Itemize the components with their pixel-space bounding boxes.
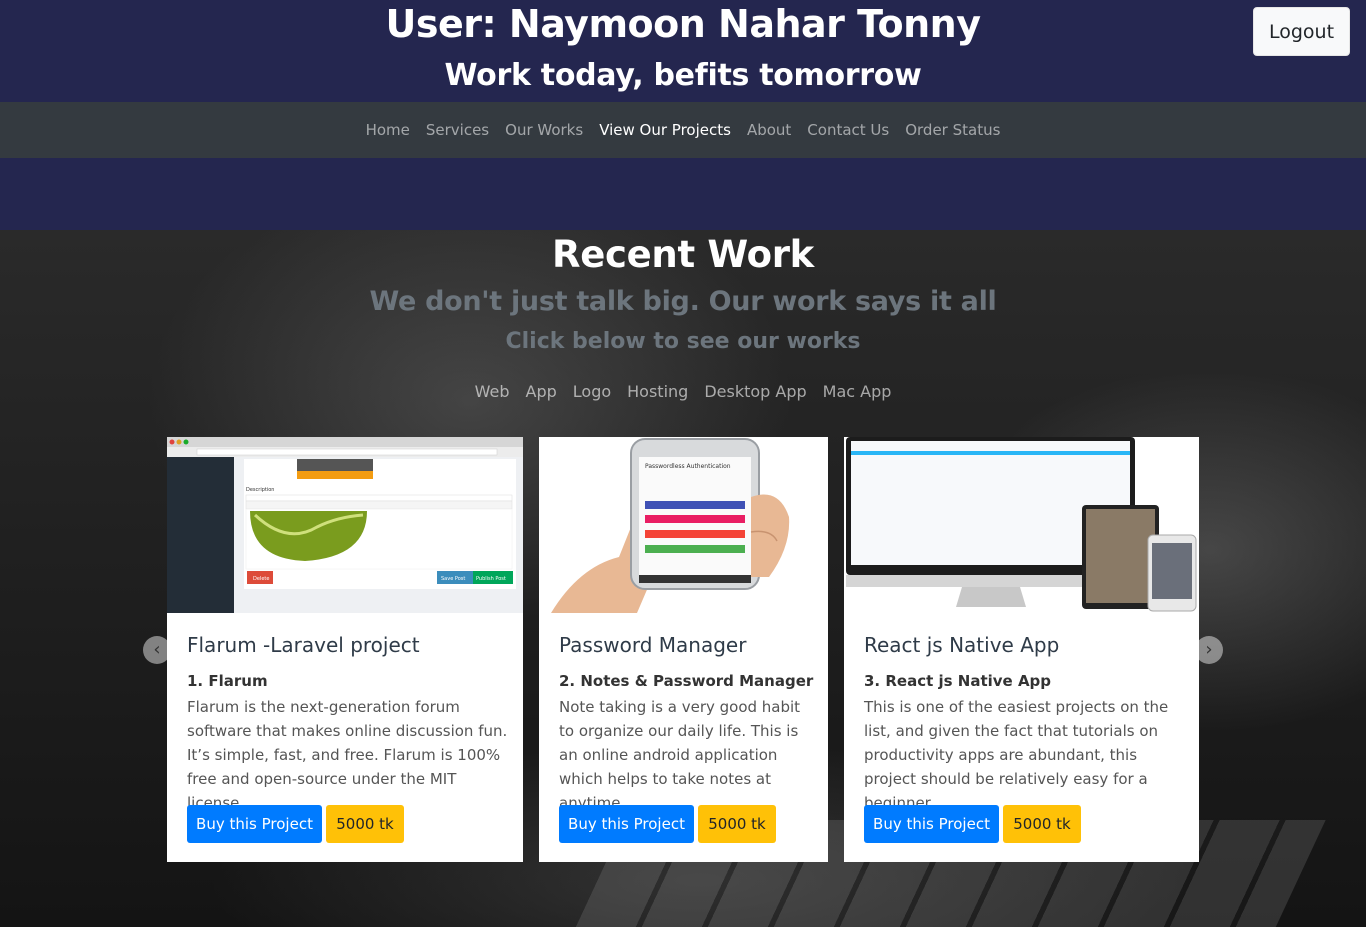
- price-badge[interactable]: 5000 tk: [1003, 805, 1081, 843]
- category-app[interactable]: App: [518, 382, 565, 401]
- section-title: Recent Work: [552, 233, 814, 276]
- section-subtitle: We don't just talk big. Our work says it…: [369, 286, 997, 317]
- save-post-label: Save Post: [441, 576, 465, 582]
- nav-contact-us[interactable]: Contact Us: [799, 121, 897, 139]
- buy-project-button[interactable]: Buy this Project: [187, 805, 322, 843]
- card-subtitle: 2. Notes & Password Manager: [559, 672, 814, 690]
- delete-label: Delete: [253, 576, 269, 582]
- category-mac-app[interactable]: Mac App: [815, 382, 900, 401]
- page-header: User: Naymoon Nahar Tonny Work today, be…: [0, 0, 1366, 102]
- laravel-editor-screenshot: Description Delete Save Post Publish Pos…: [167, 437, 523, 613]
- card-title: Password Manager: [559, 633, 747, 657]
- logout-button[interactable]: Logout: [1253, 7, 1350, 56]
- nav-about[interactable]: About: [739, 121, 799, 139]
- recent-work-section: Recent Work We don't just talk big. Our …: [0, 230, 1366, 927]
- publish-post-label: Publish Post: [476, 576, 506, 582]
- card-title: React js Native App: [864, 633, 1060, 657]
- chevron-left-icon: ‹: [153, 639, 161, 660]
- nav-home[interactable]: Home: [358, 121, 418, 139]
- description-label: Description: [246, 487, 274, 493]
- nav-services[interactable]: Services: [418, 121, 497, 139]
- price-badge[interactable]: 5000 tk: [698, 805, 776, 843]
- card-description: This is one of the easiest projects on t…: [864, 698, 1169, 812]
- project-card: Description Delete Save Post Publish Pos…: [167, 437, 523, 862]
- tagline: Work today, befits tomorrow: [444, 58, 922, 93]
- nav-view-our-projects[interactable]: View Our Projects: [591, 121, 739, 139]
- user-title: User: Naymoon Nahar Tonny: [385, 2, 981, 46]
- chevron-right-icon: ›: [1205, 639, 1213, 660]
- nav-order-status[interactable]: Order Status: [897, 121, 1008, 139]
- card-subtitle: 3. React js Native App: [864, 672, 1052, 690]
- project-card: React js Native App 3. React js Native A…: [844, 437, 1199, 862]
- phone-in-hand-image: Passwordless Authentication: [539, 437, 828, 613]
- main-navbar: Home Services Our Works View Our Project…: [0, 102, 1366, 158]
- nav-our-works[interactable]: Our Works: [497, 121, 591, 139]
- card-title: Flarum -Laravel project: [187, 633, 420, 657]
- card-description: Flarum is the next-generation forum soft…: [187, 698, 508, 812]
- category-filter: Web App Logo Hosting Desktop App Mac App: [0, 382, 1366, 401]
- category-logo[interactable]: Logo: [565, 382, 619, 401]
- section-subtitle-secondary: Click below to see our works: [505, 329, 861, 354]
- project-card: Passwordless Authentication Password Man…: [539, 437, 828, 862]
- responsive-devices-image: [844, 437, 1199, 613]
- price-badge[interactable]: 5000 tk: [326, 805, 404, 843]
- header-band: [0, 158, 1366, 230]
- category-web[interactable]: Web: [467, 382, 518, 401]
- carousel-next-button[interactable]: ›: [1195, 636, 1223, 664]
- card-description: Note taking is a very good habit to orga…: [559, 698, 801, 812]
- category-desktop-app[interactable]: Desktop App: [696, 382, 814, 401]
- buy-project-button[interactable]: Buy this Project: [559, 805, 694, 843]
- category-hosting[interactable]: Hosting: [619, 382, 696, 401]
- card-subtitle: 1. Flarum: [187, 672, 268, 690]
- buy-project-button[interactable]: Buy this Project: [864, 805, 999, 843]
- phone-screen-title: Passwordless Authentication: [645, 463, 731, 470]
